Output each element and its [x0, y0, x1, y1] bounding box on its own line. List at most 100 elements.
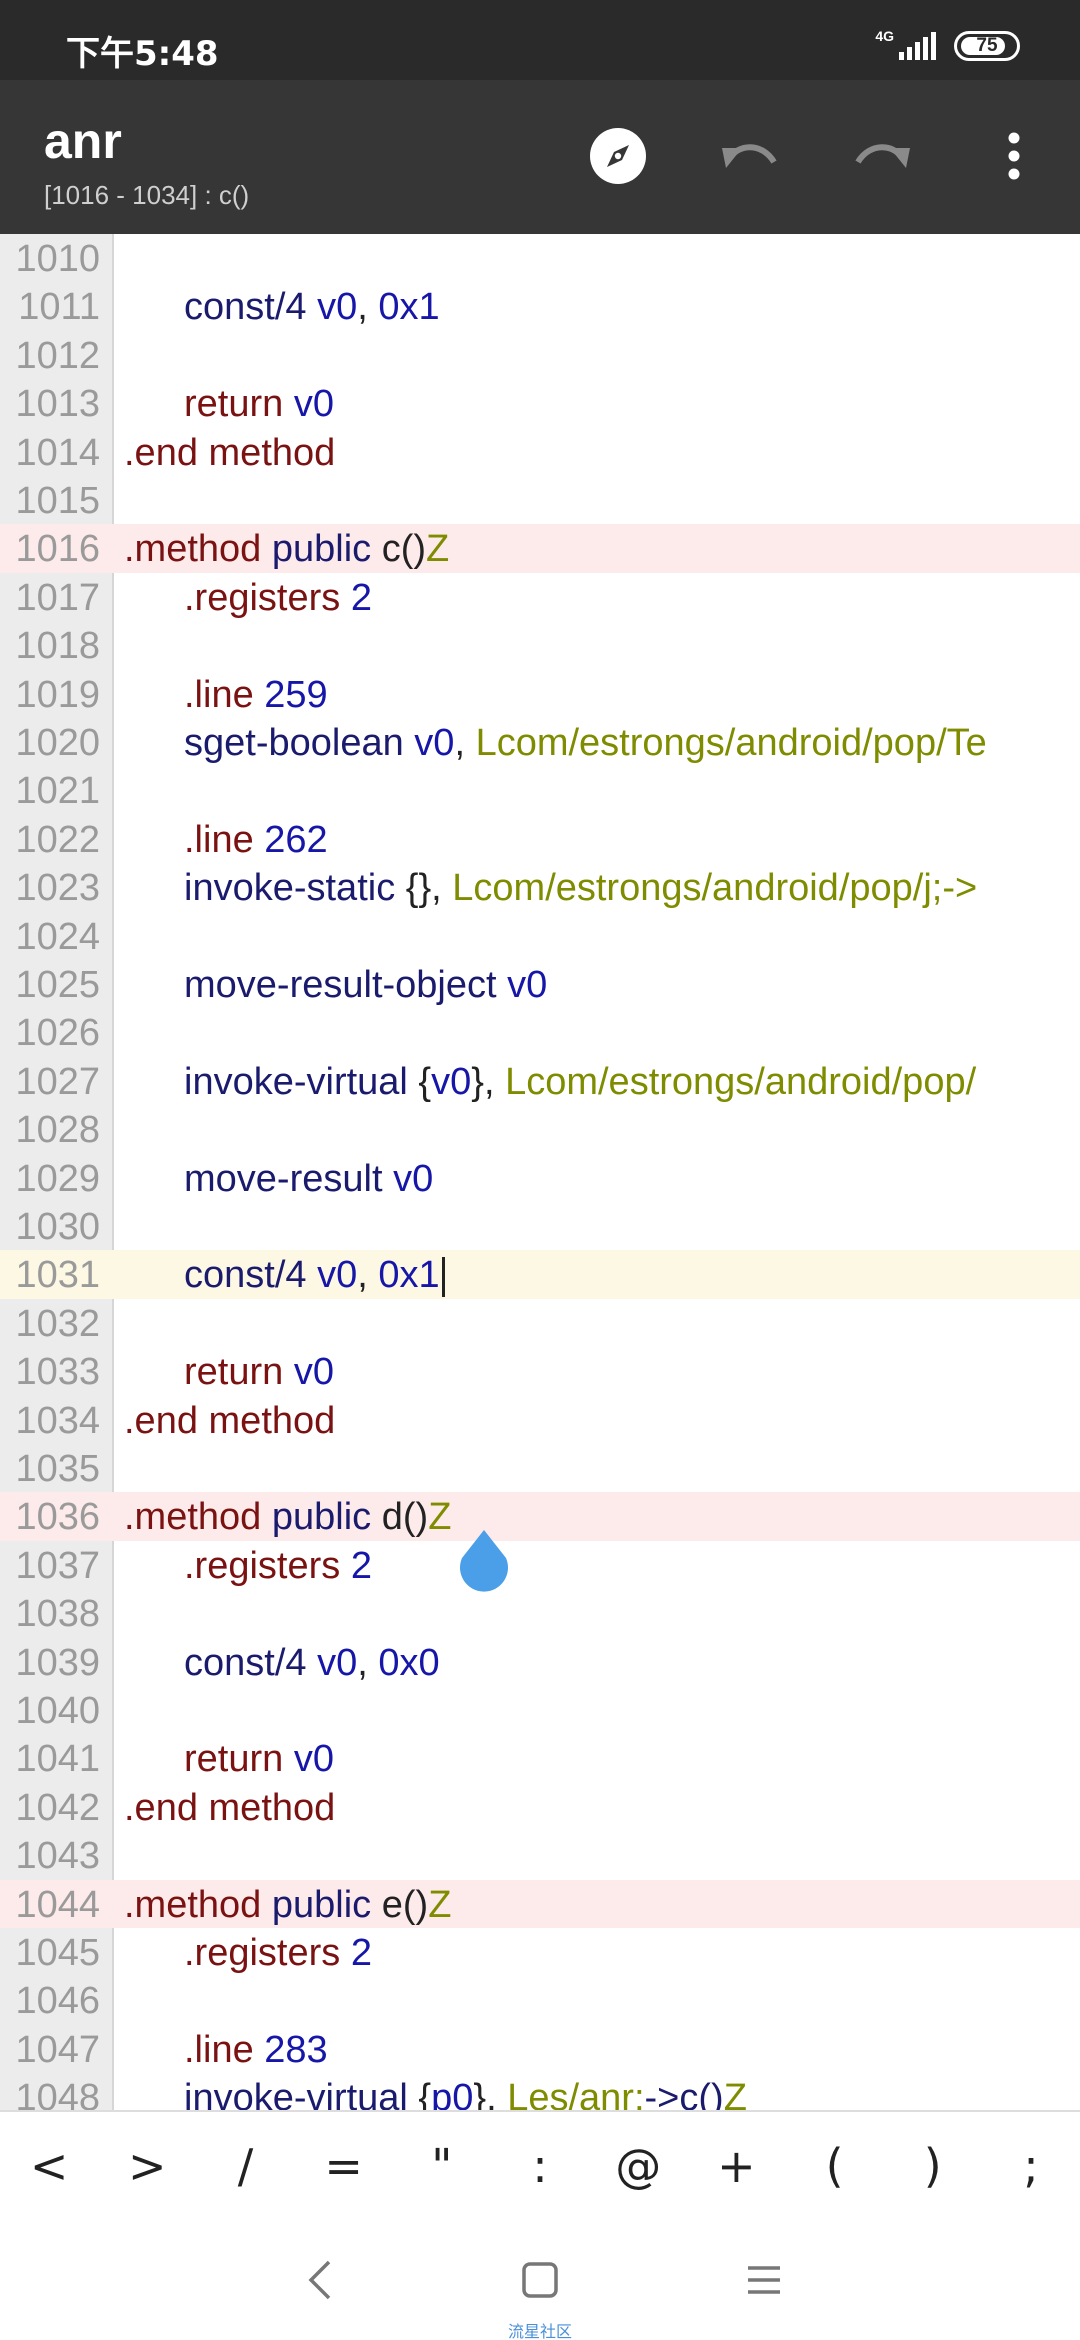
code-token: Z [428, 1496, 452, 1539]
home-icon[interactable] [510, 2250, 570, 2310]
line-number: 1026 [15, 1012, 100, 1055]
code-token: 2 [350, 1932, 372, 1974]
code-token: const/4 [184, 1254, 307, 1297]
code-line[interactable]: 1015 [0, 476, 1080, 524]
code-line[interactable]: 1022 .line 262 [0, 815, 1080, 863]
code-line[interactable]: 1020 sget-boolean v0, Lcom/estrongs/andro… [0, 718, 1080, 766]
symbol-key[interactable]: " [393, 2112, 491, 2220]
code-line[interactable]: 1018 [0, 621, 1080, 669]
undo-icon[interactable] [714, 120, 786, 192]
code-text: const/4 v0, 0x1 [184, 286, 440, 329]
line-number: 1035 [15, 1448, 100, 1490]
line-number: 1042 [15, 1786, 100, 1829]
code-line[interactable]: 1013 return v0 [0, 379, 1080, 427]
symbol-key[interactable]: / [196, 2112, 294, 2220]
code-line[interactable]: 1046 [0, 1976, 1080, 2024]
code-line[interactable]: 1027 invoke-virtual {v0}, Lcom/estrongs/a… [0, 1057, 1080, 1105]
symbol-key[interactable]: > [98, 2112, 196, 2220]
code-token: v0 [393, 1157, 434, 1200]
symbol-key[interactable]: < [0, 2112, 98, 2220]
code-line[interactable]: 1036 .method public d()Z [0, 1492, 1080, 1541]
code-line[interactable]: 1041 return v0 [0, 1734, 1080, 1782]
line-number: 1039 [15, 1641, 100, 1684]
code-token: v0 [293, 383, 334, 426]
recents-icon[interactable] [734, 2250, 794, 2310]
code-line[interactable]: 1012 [0, 331, 1080, 379]
code-line[interactable]: 1014 .end method [0, 428, 1080, 476]
code-token: invoke-static [184, 867, 396, 910]
code-token: 262 [264, 818, 328, 861]
symbol-key[interactable]: @ [589, 2112, 687, 2220]
code-line[interactable]: 1026 [0, 1008, 1080, 1056]
line-number: 1018 [15, 625, 100, 668]
code-text: .end method [124, 432, 335, 475]
code-line[interactable]: 1010 [0, 234, 1080, 282]
redo-icon[interactable] [846, 120, 918, 192]
symbol-key[interactable]: + [687, 2112, 785, 2220]
code-line[interactable]: 1030 [0, 1202, 1080, 1250]
symbol-key[interactable]: = [295, 2112, 393, 2220]
cursor-handle[interactable] [456, 1528, 512, 1592]
code-line[interactable]: 1031 const/4 v0, 0x1 [0, 1250, 1080, 1299]
compass-icon[interactable] [582, 120, 654, 192]
code-text: return v0 [184, 1351, 334, 1394]
code-line[interactable]: 1033 return v0 [0, 1347, 1080, 1395]
more-vert-icon[interactable] [978, 120, 1050, 192]
line-number: 1037 [15, 1544, 100, 1587]
code-line[interactable]: 1025 move-result-object v0 [0, 960, 1080, 1008]
status-indicators: 4G 75 [875, 28, 1020, 64]
code-token: move-result-object [184, 964, 497, 1006]
code-line[interactable]: 1042 .end method [0, 1783, 1080, 1831]
symbol-key[interactable]: ; [982, 2112, 1080, 2220]
code-line[interactable]: 1032 [0, 1299, 1080, 1347]
symbol-key[interactable]: : [491, 2112, 589, 2220]
symbol-key[interactable]: ( [786, 2112, 884, 2220]
code-line[interactable]: 1021 [0, 766, 1080, 814]
code-line[interactable]: 1045 .registers 2 [0, 1928, 1080, 1976]
code-token: v0 [431, 1060, 472, 1103]
code-line[interactable]: 1029 move-result v0 [0, 1154, 1080, 1202]
code-line[interactable]: 1044 .method public e()Z [0, 1879, 1080, 1928]
code-token: invoke-virtual [184, 1060, 408, 1103]
code-text: .line 259 [184, 674, 328, 717]
code-line[interactable]: 1024 [0, 912, 1080, 960]
back-icon[interactable] [290, 2250, 350, 2310]
code-line[interactable]: 1028 [0, 1105, 1080, 1153]
code-line[interactable]: 1043 [0, 1831, 1080, 1879]
code-line[interactable]: 1016 .method public c()Z [0, 524, 1080, 573]
line-number: 1020 [15, 722, 100, 764]
code-token: { [407, 2077, 432, 2110]
code-line[interactable]: 1047 .line 283 [0, 2025, 1080, 2073]
code-line[interactable]: 1011 const/4 v0, 0x1 [0, 282, 1080, 330]
code-line[interactable]: 1023 invoke-static {}, Lcom/estrongs/andr… [0, 863, 1080, 911]
code-line[interactable]: 1039 const/4 v0, 0x0 [0, 1638, 1080, 1686]
code-editor[interactable]: 1010 1011 const/4 v0, 0x1 1012 1013 return v0… [0, 234, 1080, 2110]
code-text: move-result v0 [184, 1158, 433, 1201]
symbol-key[interactable]: ) [884, 2112, 982, 2220]
code-line[interactable]: 1038 [0, 1589, 1080, 1637]
code-line[interactable]: 1048 invoke-virtual {p0}, Les/anr;->c()Z [0, 2073, 1080, 2110]
code-token: 2 [350, 576, 372, 619]
code-line[interactable]: 1040 [0, 1686, 1080, 1734]
code-line[interactable]: 1017 .registers 2 [0, 573, 1080, 621]
code-token: .end [124, 1399, 198, 1442]
line-number: 1036 [15, 1496, 100, 1539]
line-number: 1034 [15, 1399, 100, 1442]
code-text: .registers 2 [184, 1545, 372, 1588]
code-line[interactable]: 1019 .line 259 [0, 670, 1080, 718]
code-line[interactable]: 1035 [0, 1444, 1080, 1492]
code-line[interactable]: 1037 .registers 2 [0, 1541, 1080, 1589]
code-line[interactable]: 1034 .end method [0, 1396, 1080, 1444]
code-token: invoke-virtual [184, 2077, 408, 2110]
code-text: sget-boolean v0, Lcom/estrongs/android/p… [184, 722, 987, 765]
line-number: 1031 [15, 1254, 100, 1297]
